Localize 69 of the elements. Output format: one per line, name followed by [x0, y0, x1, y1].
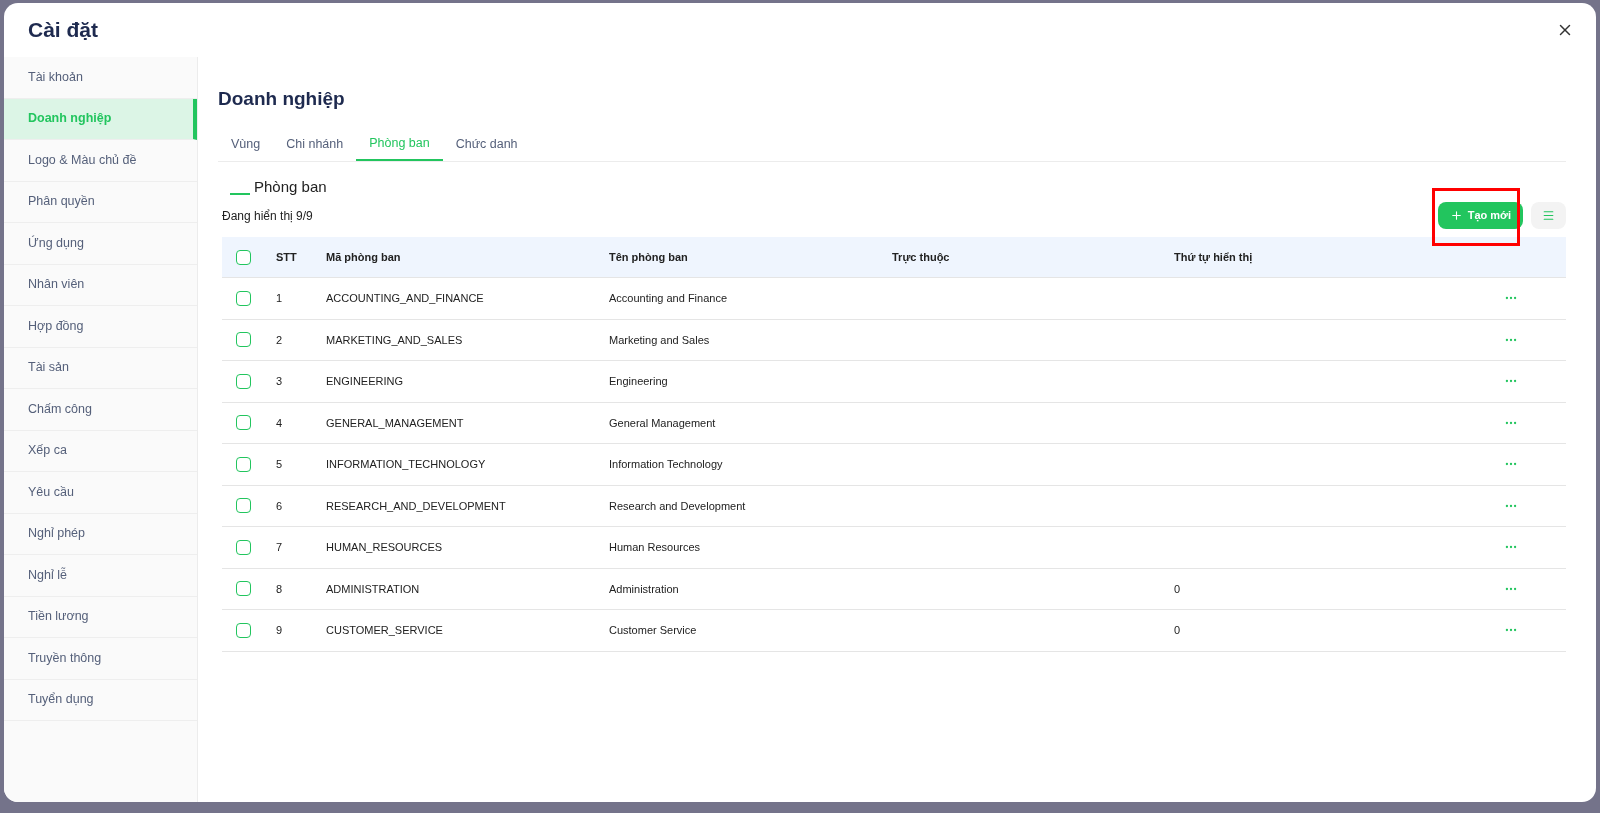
table-cell: 8: [276, 582, 283, 595]
sidebar-item[interactable]: Phân quyền: [4, 181, 197, 223]
sidebar-item[interactable]: Tuyển dụng: [4, 679, 197, 721]
table-cell: Customer Service: [609, 624, 697, 636]
plus-icon: [1449, 209, 1463, 222]
table-cell: MARKETING_AND_SALES: [326, 333, 463, 346]
tab[interactable]: Vùng: [218, 127, 274, 161]
page-heading: Doanh nghiệp: [218, 87, 346, 111]
sidebar-item[interactable]: Logo & Màu chủ đề: [4, 140, 197, 182]
table-cell: 2: [276, 333, 283, 346]
tab[interactable]: Chi nhánh: [273, 127, 357, 161]
table-cell: 4: [276, 416, 283, 429]
checkbox[interactable]: [236, 539, 251, 555]
checkbox[interactable]: [236, 498, 251, 514]
column-header: STT: [276, 250, 297, 263]
table-cell: ACCOUNTING_AND_FINANCE: [326, 292, 484, 304]
table-cell: 5: [276, 458, 283, 470]
table-cell: 0: [1174, 582, 1181, 595]
table-cell: Marketing and Sales: [609, 333, 710, 346]
sidebar-item[interactable]: Tài khoản: [4, 57, 197, 99]
menu-icon[interactable]: [1531, 202, 1566, 229]
table-cell: INFORMATION_TECHNOLOGY: [326, 458, 486, 470]
sidebar-item[interactable]: Nghỉ phép: [4, 513, 197, 555]
column-header: Mã phòng ban: [326, 250, 401, 263]
table-cell: GENERAL_MANAGEMENT: [326, 416, 464, 429]
table-cell: General Management: [609, 416, 716, 429]
table-cell: Human Resources: [609, 541, 701, 553]
table-cell: 3: [276, 375, 283, 387]
table-cell: ADMINISTRATION: [326, 582, 420, 595]
column-header: Thứ tự hiển thị: [1174, 250, 1253, 263]
table-cell: Accounting and Finance: [609, 292, 728, 304]
sidebar-item[interactable]: Tài sản: [4, 347, 197, 389]
section-underline: [230, 192, 250, 195]
checkbox[interactable]: [236, 290, 251, 306]
tab[interactable]: Chức danh: [442, 127, 531, 161]
checkbox[interactable]: [236, 332, 251, 348]
table-cell: Information Technology: [609, 458, 723, 470]
sidebar-item[interactable]: Yêu cầu: [4, 472, 197, 514]
checkbox[interactable]: [236, 415, 251, 431]
checkbox[interactable]: [236, 373, 251, 389]
count-text: Đang hiển thị 9/9: [222, 207, 313, 225]
section-title: Phòng ban: [254, 176, 327, 197]
sidebar-item[interactable]: Ứng dụng: [4, 223, 197, 265]
sidebar-item[interactable]: Nghỉ lễ: [4, 555, 197, 597]
dialog-title: Cài đặt: [28, 17, 98, 44]
table-cell: 1: [276, 292, 283, 304]
sidebar-item[interactable]: Nhân viên: [4, 264, 197, 306]
sidebar-item[interactable]: Hợp đồng: [4, 306, 197, 348]
column-header: Trực thuộc: [892, 250, 950, 263]
checkbox[interactable]: [236, 581, 251, 597]
table-cell: 0: [1174, 624, 1181, 636]
table-cell: Administration: [609, 582, 679, 595]
table-cell: 6: [276, 499, 283, 512]
sidebar-item[interactable]: Chấm công: [4, 389, 197, 431]
checkbox[interactable]: [236, 622, 251, 638]
table-cell: CUSTOMER_SERVICE: [326, 624, 443, 636]
table-cell: Research and Development: [609, 499, 746, 512]
checkbox[interactable]: [236, 249, 251, 265]
table-cell: RESEARCH_AND_DEVELOPMENT: [326, 499, 506, 512]
checkbox[interactable]: [236, 456, 251, 472]
table-cell: HUMAN_RESOURCES: [326, 541, 443, 553]
table-cell: ENGINEERING: [326, 375, 403, 387]
sidebar-item[interactable]: Xếp ca: [4, 430, 197, 472]
sidebar-item[interactable]: Tiền lương: [4, 596, 197, 638]
table-cell: 9: [276, 624, 283, 636]
sidebar-item[interactable]: Truyền thông: [4, 638, 197, 680]
table-cell: Engineering: [609, 375, 668, 387]
table-cell: 7: [276, 541, 283, 553]
column-header: Tên phòng ban: [609, 250, 688, 263]
